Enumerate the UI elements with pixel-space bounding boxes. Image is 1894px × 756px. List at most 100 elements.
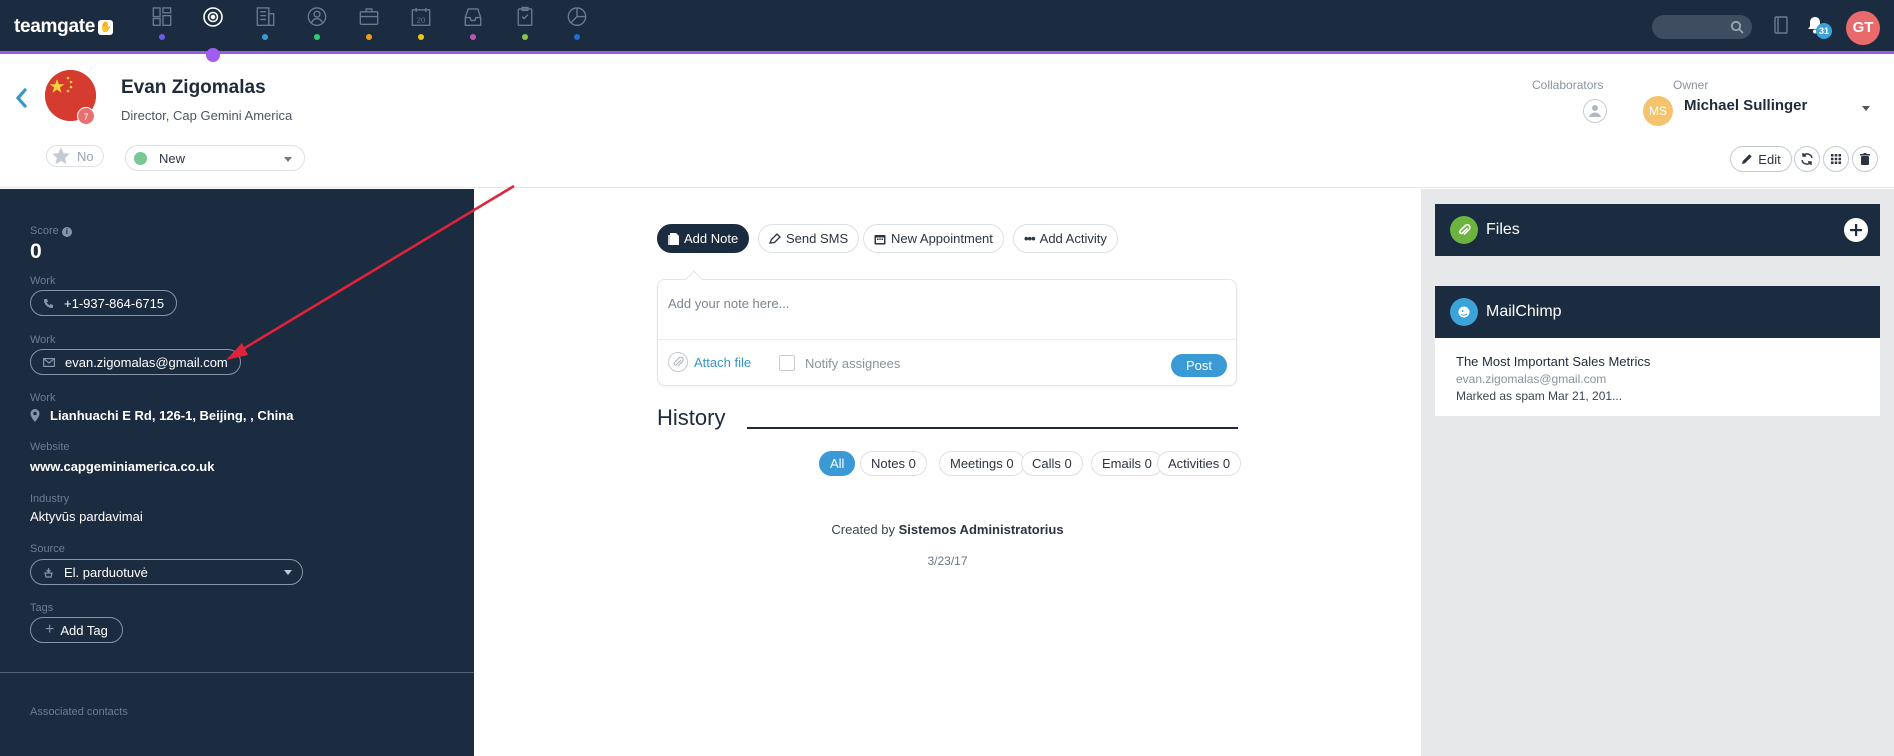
user-avatar[interactable]: GT <box>1846 11 1880 45</box>
status-select[interactable]: New <box>125 145 305 171</box>
help-book-button[interactable] <box>1773 15 1789 40</box>
note-composer: Attach file Notify assignees Post <box>657 270 1237 386</box>
website-label: Website <box>30 441 70 453</box>
dashboard-icon <box>152 7 172 26</box>
nav-inbox[interactable] <box>459 6 487 40</box>
score-label-text: Score <box>30 225 59 237</box>
collaborators-label: Collaborators <box>1532 78 1604 92</box>
address-value: Lianhuachi E Rd, 126-1, Beijing, , China <box>50 408 294 423</box>
nav-dot <box>314 34 320 40</box>
plus-icon: + <box>45 621 55 638</box>
created-by-entry: Created by Sistemos Administratorius <box>474 522 1421 537</box>
phone-button[interactable]: +1-937-864-6715 <box>30 290 178 316</box>
nav-projects[interactable] <box>355 6 383 40</box>
notify-assignees-checkbox[interactable]: Notify assignees <box>779 355 900 371</box>
attach-file-label: Attach file <box>694 354 752 370</box>
tab-new-appointment[interactable]: New Appointment <box>863 224 1004 253</box>
sync-button[interactable] <box>1794 146 1820 172</box>
nav-dashboard[interactable] <box>148 6 176 40</box>
email-button[interactable]: evan.zigomalas@gmail.com <box>30 349 241 375</box>
filter-all[interactable]: All <box>819 451 856 476</box>
nav-dot <box>470 34 476 40</box>
mailchimp-campaign-title[interactable]: The Most Important Sales Metrics <box>1456 354 1880 369</box>
teamgate-logo[interactable]: teamgate ✋ <box>14 16 114 38</box>
search-input[interactable] <box>1652 15 1752 39</box>
tab-send-sms-label: Send SMS <box>786 231 849 246</box>
nav-calendar[interactable]: 20 <box>407 6 435 40</box>
chevron-left-icon <box>15 88 27 108</box>
mailchimp-campaign-email: evan.zigomalas@gmail.com <box>1456 372 1607 386</box>
post-button[interactable]: Post <box>1171 354 1227 377</box>
avatar-count-badge: 7 <box>77 107 95 125</box>
add-person-icon <box>1589 105 1601 117</box>
status-value: New <box>159 150 186 166</box>
favorite-toggle[interactable]: No <box>46 145 104 167</box>
nav-dot <box>262 34 268 40</box>
owner-label: Owner <box>1673 78 1709 92</box>
mailchimp-title: MailChimp <box>1486 303 1562 320</box>
edit-button[interactable]: Edit <box>1730 146 1792 172</box>
delete-button[interactable] <box>1852 146 1878 172</box>
tab-send-sms[interactable]: Send SMS <box>758 224 860 253</box>
nav-tasks[interactable] <box>511 6 539 40</box>
nav-dot <box>574 34 580 40</box>
calendar-icon: 20 <box>411 7 431 26</box>
logo-text: teamgate <box>14 16 96 37</box>
back-button[interactable] <box>14 87 28 114</box>
envelope-icon <box>43 357 55 367</box>
source-value: El. parduotuvė <box>64 564 148 580</box>
owner-dropdown-caret-icon[interactable] <box>1862 106 1870 111</box>
created-date: 3/23/17 <box>927 554 968 568</box>
website-link[interactable]: www.capgeminiamerica.co.uk <box>30 459 214 474</box>
panel-divider <box>0 672 474 673</box>
nav-deals[interactable] <box>199 6 227 40</box>
created-by-name[interactable]: Sistemos Administratorius <box>899 522 1064 537</box>
more-dots-icon: ••• <box>1024 231 1036 246</box>
target-icon <box>203 7 223 27</box>
filter-notes[interactable]: Notes 0 <box>860 451 927 476</box>
source-label: Source <box>30 543 65 555</box>
add-file-button[interactable] <box>1844 218 1868 242</box>
phone-icon <box>44 298 53 308</box>
nav-companies[interactable] <box>251 6 279 40</box>
notification-count-badge: 31 <box>1816 23 1832 39</box>
star-icon <box>52 147 70 165</box>
grid-menu-button[interactable] <box>1823 146 1849 172</box>
integrations-panel: Files MailChimp The Most Important Sales… <box>1421 189 1894 756</box>
contact-title: Director, Cap Gemini America <box>121 108 293 123</box>
edit-label: Edit <box>1758 151 1781 167</box>
filter-activities[interactable]: Activities 0 <box>1157 451 1242 476</box>
address-row[interactable]: Lianhuachi E Rd, 126-1, Beijing, , China <box>30 408 293 423</box>
contact-name: Evan Zigomalas <box>121 77 266 98</box>
activity-panel: Add Note Send SMS New Appointment ••• Ad… <box>474 189 1421 756</box>
phone-label: Work <box>30 275 56 287</box>
plus-icon <box>1850 224 1862 236</box>
note-input[interactable] <box>668 296 1208 311</box>
tab-add-activity[interactable]: ••• Add Activity <box>1013 224 1118 253</box>
filter-emails[interactable]: Emails 0 <box>1091 451 1163 476</box>
attach-file-button[interactable]: Attach file <box>668 352 751 372</box>
filter-calls[interactable]: Calls 0 <box>1021 451 1083 476</box>
filter-meetings[interactable]: Meetings 0 <box>939 451 1025 476</box>
history-title: History <box>657 405 726 430</box>
email-label: Work <box>30 334 56 346</box>
add-tag-button[interactable]: + Add Tag <box>30 617 123 643</box>
chevron-down-icon <box>284 570 292 575</box>
checkbox[interactable] <box>779 355 795 371</box>
hand-icon: ✋ <box>98 19 114 35</box>
mailchimp-campaign-status: Marked as spam Mar 21, 201... <box>1456 389 1623 403</box>
search-icon <box>1730 20 1744 34</box>
tab-add-note[interactable]: Add Note <box>657 224 750 253</box>
nav-dot <box>522 34 528 40</box>
created-by-prefix: Created by <box>831 522 895 537</box>
status-dot <box>134 151 147 165</box>
score-value: 0 <box>30 240 42 263</box>
nav-reports[interactable] <box>563 6 591 40</box>
nav-contacts[interactable] <box>303 6 331 40</box>
favorite-label: No <box>77 148 94 164</box>
add-collaborator-button[interactable] <box>1583 99 1607 123</box>
owner-name[interactable]: Michael Sullinger <box>1684 97 1807 114</box>
source-select[interactable]: El. parduotuvė <box>30 559 303 585</box>
contact-details-panel: Score i 0 Work +1-937-864-6715 Work evan… <box>0 189 474 756</box>
chevron-down-icon <box>284 157 292 162</box>
